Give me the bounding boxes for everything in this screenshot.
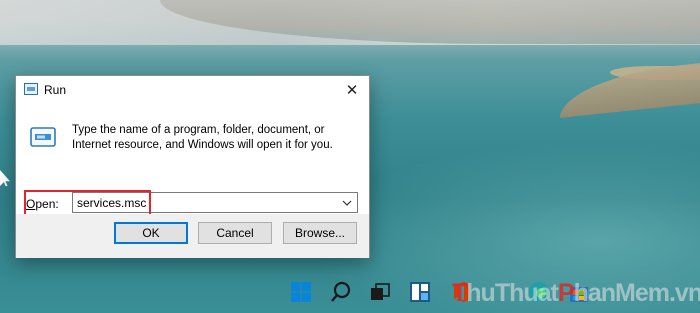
browse-button[interactable]: Browse... [283, 222, 357, 244]
open-label: Open: [26, 197, 59, 211]
title-bar[interactable]: Run ✕ [16, 76, 369, 104]
open-combobox[interactable]: services.msc [72, 192, 358, 213]
ok-button[interactable]: OK [114, 222, 188, 244]
button-bar: OK Cancel Browse... [16, 214, 369, 258]
chevron-down-icon[interactable] [341, 195, 353, 210]
close-button[interactable]: ✕ [335, 76, 369, 104]
dialog-body: Type the name of a program, folder, docu… [16, 104, 369, 220]
open-input[interactable]: services.msc [77, 196, 146, 210]
run-program-icon [30, 127, 56, 147]
cancel-button[interactable]: Cancel [198, 222, 272, 244]
widgets-icon[interactable] [409, 281, 431, 303]
start-icon[interactable] [290, 281, 312, 303]
run-app-icon [24, 83, 38, 95]
search-icon[interactable] [330, 281, 352, 303]
watermark: ThuThuatPhanMem.vn [452, 279, 700, 307]
dialog-description: Type the name of a program, folder, docu… [72, 124, 333, 151]
dialog-title: Run [44, 83, 67, 97]
run-dialog: Run ✕ Type the name of a program, folder… [15, 75, 370, 258]
task-view-icon[interactable] [369, 281, 391, 303]
close-icon: ✕ [345, 82, 359, 99]
